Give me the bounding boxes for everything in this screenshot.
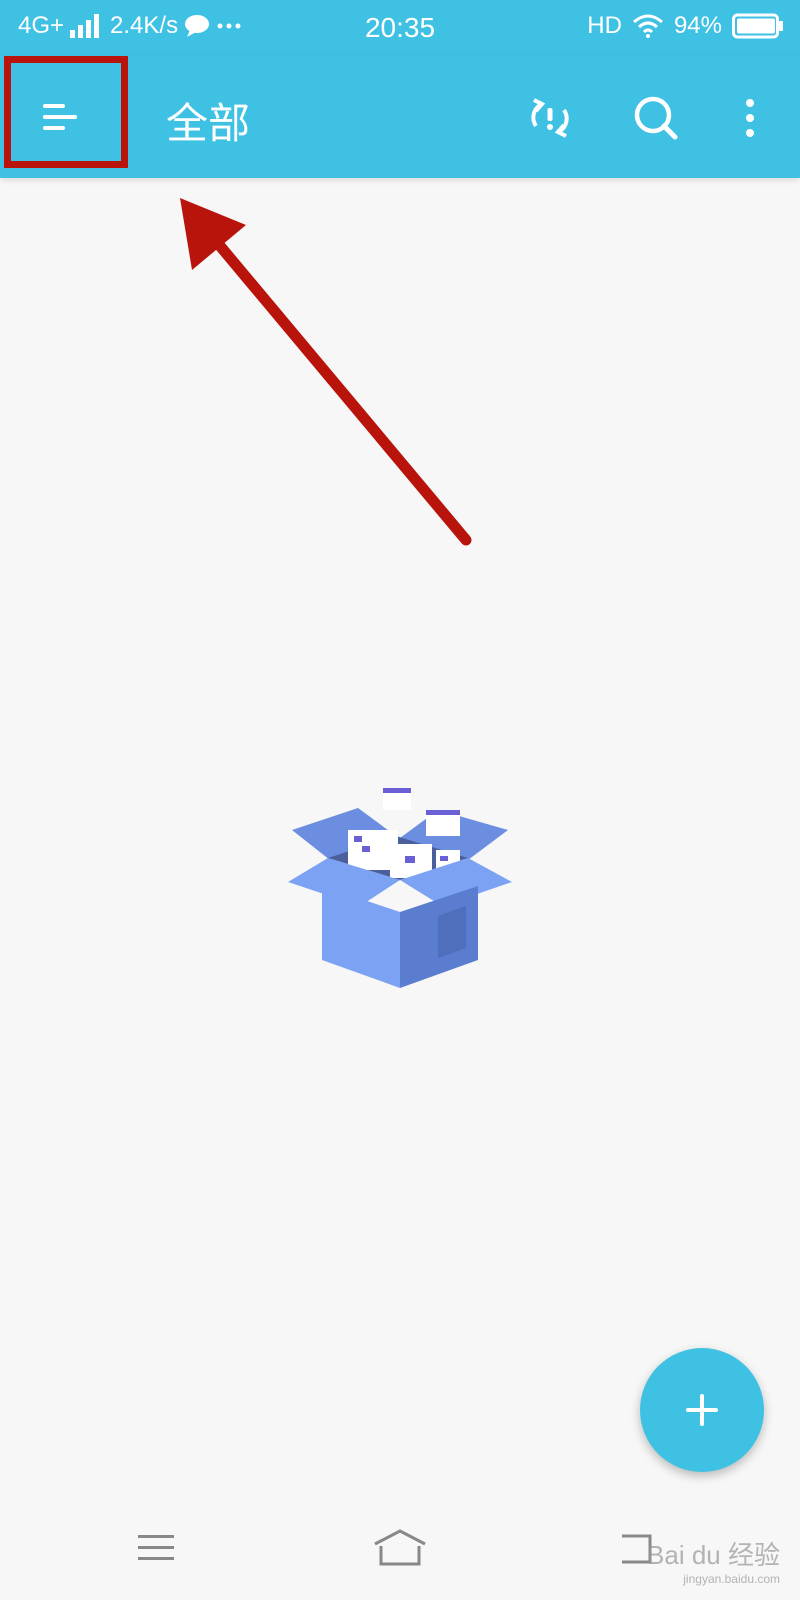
plus-icon <box>686 1394 718 1426</box>
watermark-url: jingyan.baidu.com <box>683 1572 780 1586</box>
home-button[interactable] <box>368 1516 432 1580</box>
home-icon <box>374 1529 426 1566</box>
baidu-watermark: Bai du 经验 jingyan.baidu.com <box>647 1535 780 1586</box>
open-box-illustration <box>288 788 512 988</box>
watermark-text: Bai du 经验 <box>647 1540 780 1570</box>
add-fab-button[interactable] <box>640 1348 764 1472</box>
recent-apps-icon <box>138 1535 174 1560</box>
recent-apps-button[interactable] <box>124 1516 188 1580</box>
